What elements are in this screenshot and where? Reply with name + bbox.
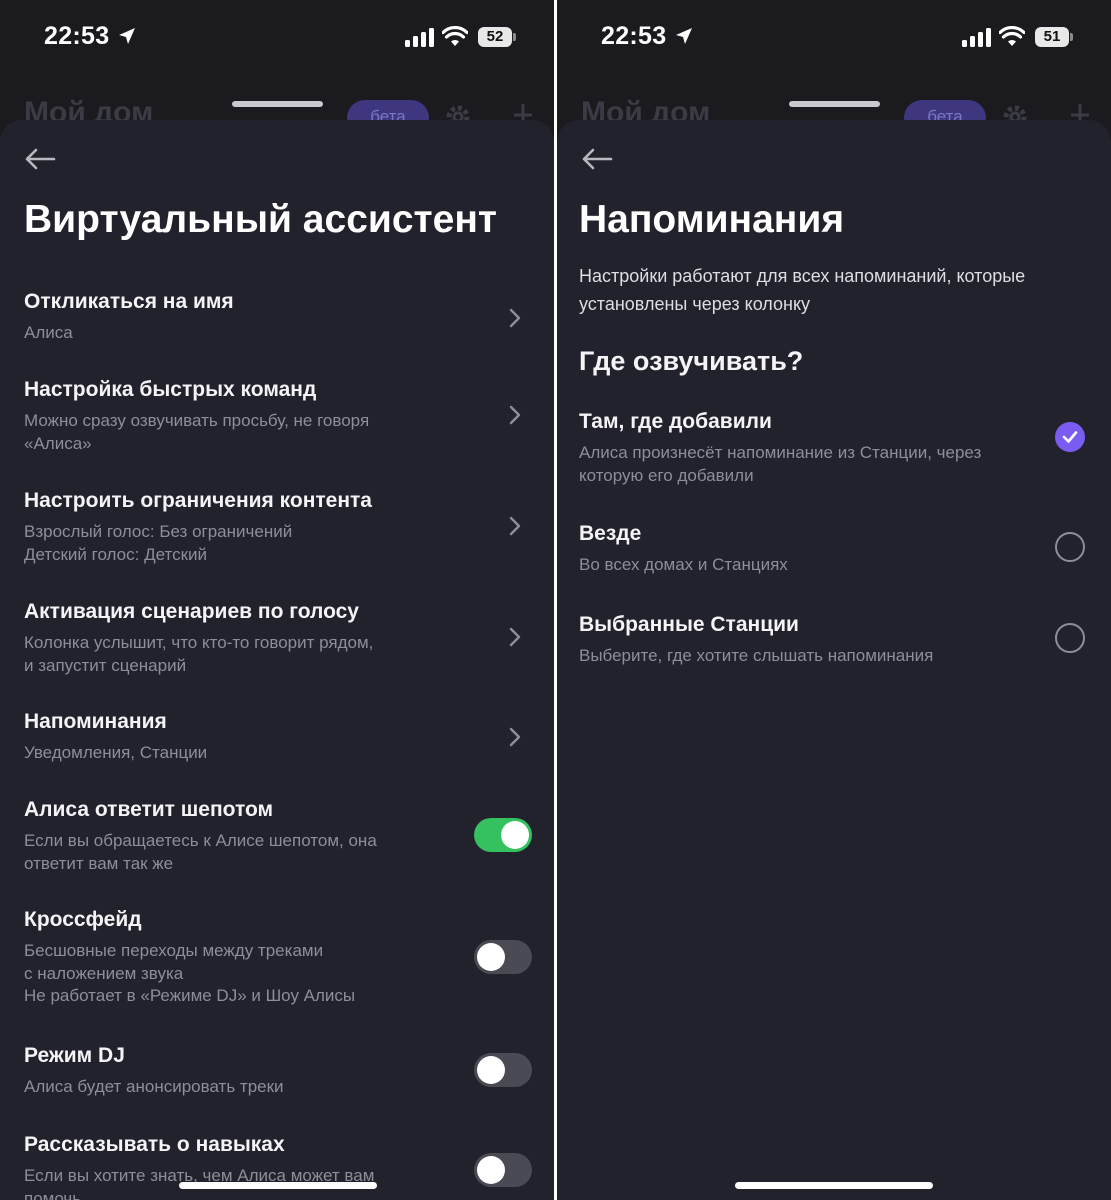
setting-content-restrictions[interactable]: Настроить ограничения контента Взрослый … [0,489,554,564]
skills-info-toggle[interactable] [474,1153,532,1187]
whisper-toggle[interactable] [474,818,532,852]
left-screen: 22:53 52 Мой дом бета Виртуальный ассист… [0,0,554,1200]
option-where-added[interactable]: Там, где добавили Алиса произнесёт напом… [557,410,1111,486]
option-radio[interactable] [1055,422,1085,452]
home-indicator[interactable] [179,1182,377,1189]
setting-voice-scenarios[interactable]: Активация сценариев по голосу Колонка ус… [0,600,554,675]
setting-subtitle: Можно сразу озвучивать просьбу, не говор… [24,411,370,453]
option-selected-stations[interactable]: Выбранные Станции Выберите, где хотите с… [557,613,1111,673]
setting-subtitle: Если вы обращаетесь к Алисе шепотом, она… [24,831,377,873]
checkmark-icon [1062,431,1078,443]
intro-text: Настройки работают для всех напоминаний,… [579,266,1026,314]
setting-title: Рассказывать о навыках [24,1133,285,1156]
dj-mode-toggle[interactable] [474,1053,532,1087]
setting-subtitle: Взрослый голос: Без ограничений Детский г… [24,522,293,564]
wifi-icon [442,26,468,46]
option-everywhere[interactable]: Везде Во всех домах и Станциях [557,522,1111,582]
setting-title: Кроссфейд [24,908,142,931]
battery-icon: 51 [1035,27,1073,47]
setting-subtitle: Колонка услышит, что кто-то говорит рядо… [24,633,374,675]
location-arrow-icon [676,28,692,44]
chevron-right-icon [509,727,521,747]
status-bar: 22:53 52 [0,0,554,70]
chevron-right-icon [509,308,521,328]
setting-crossfade: Кроссфейд Бесшовные переходы между трека… [0,908,554,1005]
option-title: Выбранные Станции [579,613,799,636]
toggle-knob [477,1156,505,1184]
toggle-knob [501,821,529,849]
status-time: 22:53 [44,22,110,50]
toggle-knob [477,1056,505,1084]
battery-icon: 52 [478,27,516,47]
battery-level: 52 [478,27,512,47]
cellular-signal-icon [962,28,991,47]
status-bar: 22:53 51 [557,0,1111,70]
option-title: Везде [579,522,642,545]
setting-title: Настройка быстрых команд [24,378,317,401]
setting-whisper-reply: Алиса ответит шепотом Если вы обращаетес… [0,798,554,873]
sheet-grabber[interactable] [789,101,880,107]
option-title: Там, где добавили [579,410,772,433]
setting-dj-mode: Режим DJ Алиса будет анонсировать треки [0,1044,554,1104]
setting-reminders[interactable]: Напоминания Уведомления, Станции [0,710,554,770]
page-title: Напоминания [579,198,845,241]
assistant-settings-sheet: Виртуальный ассистент Откликаться на имя… [0,120,554,1200]
setting-subtitle: Бесшовные переходы между треками с наложе… [24,941,356,1005]
option-subtitle: Во всех домах и Станциях [579,555,788,574]
location-arrow-icon [119,28,135,44]
chevron-right-icon [509,627,521,647]
page-title: Виртуальный ассистент [24,198,497,241]
wifi-icon [999,26,1025,46]
toggle-knob [477,943,505,971]
back-arrow-icon [25,148,56,170]
back-button[interactable] [22,144,58,174]
setting-title: Режим DJ [24,1044,125,1067]
setting-skills-info: Рассказывать о навыках Если вы хотите зн… [0,1133,554,1200]
back-button[interactable] [579,144,615,174]
setting-quick-commands[interactable]: Настройка быстрых команд Можно сразу озв… [0,378,554,453]
option-subtitle: Выберите, где хотите слышать напоминания [579,646,934,665]
setting-subtitle: Алиса [24,323,73,342]
setting-title: Активация сценариев по голосу [24,600,359,623]
cellular-signal-icon [405,28,434,47]
chevron-right-icon [509,516,521,536]
setting-subtitle: Алиса будет анонсировать треки [24,1077,284,1096]
crossfade-toggle[interactable] [474,940,532,974]
right-screen: 22:53 51 Мой дом бета Напоминания Настро… [557,0,1111,1200]
setting-title: Настроить ограничения контента [24,489,372,512]
setting-title: Напоминания [24,710,167,733]
back-arrow-icon [582,148,613,170]
setting-respond-to-name[interactable]: Откликаться на имя Алиса [0,290,554,350]
setting-title: Алиса ответит шепотом [24,798,274,821]
chevron-right-icon [509,405,521,425]
section-title: Где озвучивать? [579,346,804,376]
battery-level: 51 [1035,27,1069,47]
setting-subtitle: Уведомления, Станции [24,743,208,762]
home-indicator[interactable] [735,1182,933,1189]
option-radio[interactable] [1055,623,1085,653]
option-radio[interactable] [1055,532,1085,562]
reminders-sheet: Напоминания Настройки работают для всех … [557,120,1111,1200]
option-subtitle: Алиса произнесёт напоминание из Станции,… [579,443,982,485]
sheet-grabber[interactable] [232,101,323,107]
status-time: 22:53 [601,22,667,50]
setting-title: Откликаться на имя [24,290,234,313]
